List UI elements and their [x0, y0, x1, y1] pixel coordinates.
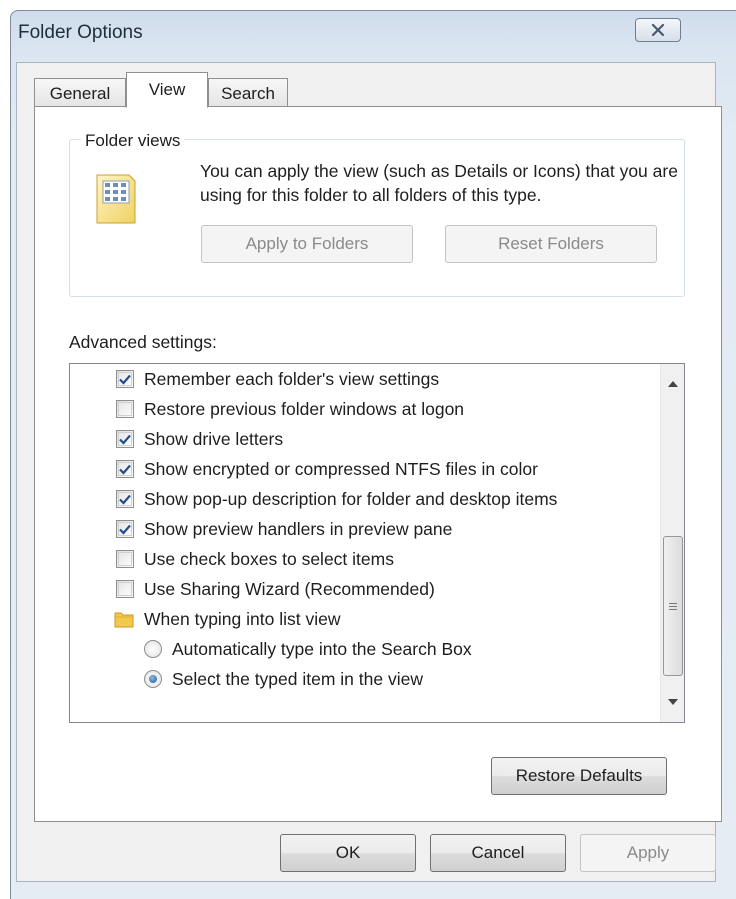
folder-icon	[114, 612, 134, 628]
list-item-label: Use Sharing Wizard (Recommended)	[144, 578, 435, 599]
cancel-button[interactable]: Cancel	[430, 834, 566, 872]
list-item-label: Restore previous folder windows at logon	[144, 398, 465, 419]
list-item[interactable]: Show drive letters	[116, 424, 283, 454]
folder-views-description: You can apply the view (such as Details …	[200, 161, 678, 205]
list-item[interactable]: When typing into list view	[114, 604, 340, 634]
list-item-label: Remember each folder's view settings	[144, 368, 440, 389]
scroll-thumb[interactable]	[663, 536, 683, 676]
list-item[interactable]: Use check boxes to select items	[116, 544, 394, 574]
folder-view-icon	[96, 174, 136, 224]
arrow-down-icon	[668, 699, 678, 705]
list-item[interactable]: Show pop-up description for folder and d…	[116, 484, 557, 514]
apply-button[interactable]: Apply	[580, 834, 716, 872]
list-item-label: Show preview handlers in preview pane	[144, 518, 453, 539]
list-item-label: Show drive letters	[144, 428, 284, 449]
advanced-settings-list[interactable]: Remember each folder's view settings Res…	[69, 363, 685, 723]
checkmark-icon	[119, 494, 131, 505]
advanced-settings-label: Advanced settings:	[69, 332, 217, 352]
grip-icon	[669, 602, 677, 610]
arrow-up-icon	[668, 381, 678, 387]
tab-general-label: General	[49, 83, 111, 103]
scroll-down-button[interactable]	[661, 690, 684, 714]
checkbox[interactable]	[116, 370, 134, 388]
folder-views-label: Folder views	[81, 131, 185, 151]
list-item[interactable]: Show encrypted or compressed NTFS files …	[116, 454, 538, 484]
close-button[interactable]	[635, 18, 681, 42]
list-item-label: Use check boxes to select items	[144, 548, 394, 569]
window-title: Folder Options	[18, 22, 143, 43]
list-item[interactable]: Show preview handlers in preview pane	[116, 514, 452, 544]
list-item[interactable]: Select the typed item in the view	[144, 664, 423, 694]
tab-view[interactable]: View	[126, 72, 208, 108]
checkmark-icon	[119, 374, 131, 385]
list-item[interactable]: Restore previous folder windows at logon	[116, 394, 464, 424]
tab-view-label: View	[148, 80, 186, 99]
checkbox[interactable]	[116, 550, 134, 568]
view-tab-panel: Folder views You can apply the view (suc…	[34, 106, 722, 822]
restore-defaults-button[interactable]: Restore Defaults	[491, 757, 667, 795]
tab-search[interactable]: Search	[208, 78, 288, 108]
list-item-label: Select the typed item in the view	[172, 668, 423, 689]
list-item-label: When typing into list view	[144, 608, 341, 629]
checkmark-icon	[119, 524, 131, 535]
reset-folders-button[interactable]: Reset Folders	[445, 225, 657, 263]
apply-to-folders-button[interactable]: Apply to Folders	[201, 225, 413, 263]
radio-button[interactable]	[144, 640, 162, 658]
checkbox[interactable]	[116, 520, 134, 538]
scroll-up-button[interactable]	[661, 372, 684, 396]
checkbox[interactable]	[116, 430, 134, 448]
list-item-label: Show pop-up description for folder and d…	[144, 488, 558, 509]
checkmark-icon	[119, 464, 131, 475]
checkmark-icon	[119, 434, 131, 445]
checkbox[interactable]	[116, 580, 134, 598]
vertical-scrollbar[interactable]	[660, 364, 684, 722]
radio-button-selected[interactable]	[144, 670, 162, 688]
checkbox[interactable]	[116, 490, 134, 508]
checkbox[interactable]	[116, 400, 134, 418]
list-item-label: Show encrypted or compressed NTFS files …	[144, 458, 538, 479]
list-item-label: Automatically type into the Search Box	[172, 638, 472, 659]
tab-general[interactable]: General	[34, 78, 126, 108]
list-item[interactable]: Use Sharing Wizard (Recommended)	[116, 574, 435, 604]
list-item[interactable]: Automatically type into the Search Box	[144, 634, 472, 664]
checkbox[interactable]	[116, 460, 134, 478]
close-icon	[651, 24, 665, 36]
list-item[interactable]: Remember each folder's view settings	[116, 364, 439, 394]
tab-search-label: Search	[221, 83, 275, 103]
ok-button[interactable]: OK	[280, 834, 416, 872]
